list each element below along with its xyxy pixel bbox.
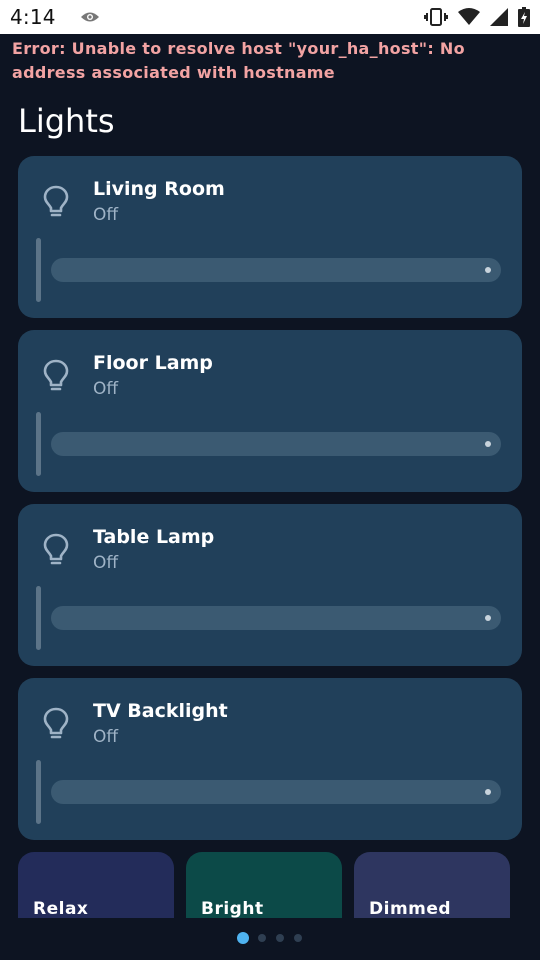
- brightness-indicator: [36, 412, 41, 476]
- bulb-icon: [42, 358, 70, 392]
- brightness-slider[interactable]: [51, 606, 501, 630]
- light-state: Off: [93, 553, 119, 573]
- light-card[interactable]: TV Backlight Off: [18, 678, 522, 840]
- page-dot[interactable]: [276, 934, 284, 942]
- light-state: Off: [93, 379, 119, 399]
- light-name: TV Backlight: [93, 700, 228, 722]
- page-indicator: [0, 932, 540, 944]
- light-card[interactable]: Floor Lamp Off: [18, 330, 522, 492]
- bulb-icon: [42, 532, 70, 566]
- scene-card-bright[interactable]: Bright: [186, 852, 342, 919]
- scene-label: Bright: [201, 899, 264, 919]
- scene-label: Dimmed: [369, 899, 452, 919]
- light-card[interactable]: Table Lamp Off: [18, 504, 522, 666]
- brightness-slider[interactable]: [51, 780, 501, 804]
- light-card[interactable]: Living Room Off: [18, 156, 522, 318]
- slider-end-dot: [485, 441, 491, 447]
- brightness-indicator: [36, 586, 41, 650]
- brightness-indicator: [36, 760, 41, 824]
- light-name: Living Room: [93, 178, 225, 200]
- light-state: Off: [93, 205, 119, 225]
- status-bar: 4:14: [0, 0, 540, 34]
- slider-end-dot: [485, 789, 491, 795]
- signal-icon: [490, 8, 508, 26]
- brightness-slider[interactable]: [51, 258, 501, 282]
- page-dot[interactable]: [258, 934, 266, 942]
- scene-card-relax[interactable]: Relax: [18, 852, 174, 919]
- slider-end-dot: [485, 615, 491, 621]
- page-dot[interactable]: [237, 932, 249, 944]
- vibrate-icon: [424, 8, 448, 26]
- light-name: Table Lamp: [93, 526, 215, 548]
- page-dot[interactable]: [294, 934, 302, 942]
- slider-end-dot: [485, 267, 491, 273]
- status-time: 4:14: [10, 5, 56, 29]
- scene-label: Relax: [33, 899, 89, 919]
- brightness-slider[interactable]: [51, 432, 501, 456]
- scene-card-dimmed[interactable]: Dimmed: [354, 852, 510, 919]
- error-message: Error: Unable to resolve host "your_ha_h…: [12, 39, 465, 82]
- section-title: Lights: [18, 102, 115, 140]
- battery-icon: [518, 7, 530, 27]
- wifi-icon: [458, 8, 480, 26]
- eye-icon: [80, 10, 100, 24]
- bulb-icon: [42, 184, 70, 218]
- bulb-icon: [42, 706, 70, 740]
- brightness-indicator: [36, 238, 41, 302]
- light-state: Off: [93, 727, 119, 747]
- light-name: Floor Lamp: [93, 352, 213, 374]
